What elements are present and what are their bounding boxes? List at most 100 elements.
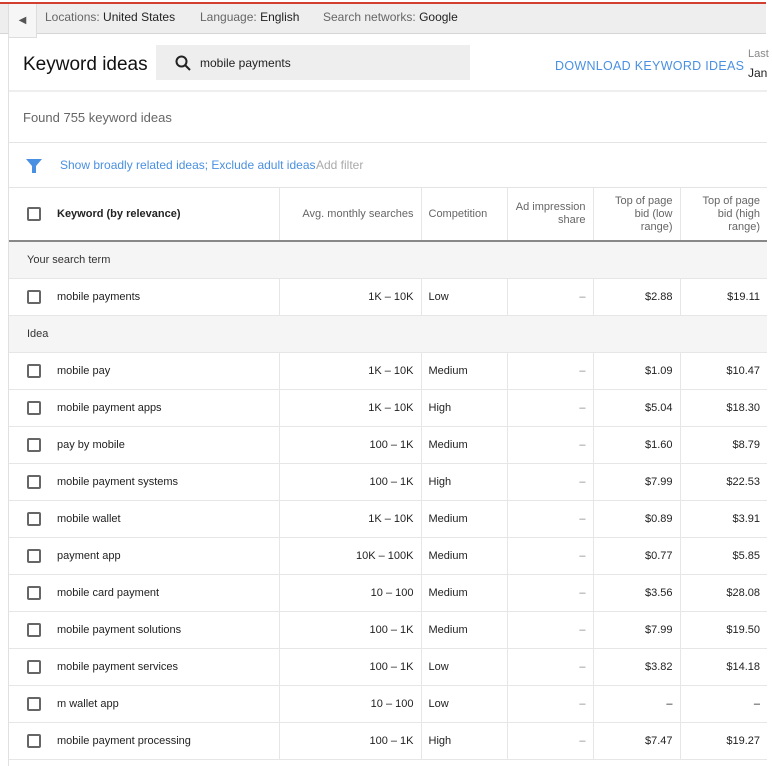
table-row[interactable]: mobile payment solutions 100 – 1K Medium… [9,611,767,649]
row-checkbox[interactable] [27,437,41,452]
column-label: Keyword (by relevance) [57,207,181,220]
bid-low-cell: $0.89 [593,500,681,538]
keyword-cell: mobile payment processing [9,722,280,760]
keyword-cell: payment app [9,537,280,575]
bid-low-cell: – [593,685,681,723]
table-row[interactable]: mobile payment services 100 – 1K Low – $… [9,648,767,686]
bid-high-cell: $28.08 [680,574,767,612]
language-setting[interactable]: Language: English [200,10,299,24]
bid-high-cell: $3.91 [680,500,767,538]
keyword-text: mobile payment solutions [57,623,182,636]
ad-impression-cell: – [507,389,594,427]
table-row[interactable]: pay by mobile 100 – 1K Medium – $1.60 $8… [9,426,767,464]
competition-cell: Low [421,278,508,316]
locations-setting[interactable]: Locations: United States [45,10,175,24]
row-checkbox[interactable] [27,622,41,637]
row-checkbox[interactable] [27,511,41,526]
locations-label: Locations: [45,10,100,24]
search-input[interactable]: mobile payments [156,45,470,80]
column-avg-monthly-searches[interactable]: Avg. monthly searches [279,188,422,242]
language-label: Language: [200,10,257,24]
page-title: Keyword ideas [23,54,148,75]
keyword-text: mobile pay [57,364,111,377]
keyword-text: m wallet app [57,697,119,710]
avg-searches-cell: 100 – 1K [279,722,422,760]
competition-cell: Medium [421,611,508,649]
bid-high-cell: $18.30 [680,389,767,427]
row-checkbox[interactable] [27,659,41,674]
row-checkbox[interactable] [27,363,41,378]
table-row[interactable]: mobile card payment 10 – 100 Medium – $3… [9,574,767,612]
select-all-checkbox[interactable] [27,207,41,221]
table-row[interactable]: mobile payment systems 100 – 1K High – $… [9,463,767,501]
avg-searches-cell: 100 – 1K [279,463,422,501]
bid-low-cell: $2.88 [593,278,681,316]
bid-high-cell: $8.79 [680,426,767,464]
result-count: Found 755 keyword ideas [9,92,767,143]
networks-setting[interactable]: Search networks: Google [323,10,458,24]
language-value: English [260,10,300,24]
bid-high-cell: – [680,685,767,723]
competition-cell: Medium [421,352,508,390]
back-button[interactable]: ◀ [8,4,37,38]
avg-searches-cell: 100 – 1K [279,611,422,649]
targeting-bar: Locations: United States Language: Engli… [0,4,766,34]
bid-low-cell: $5.04 [593,389,681,427]
bid-high-cell: $10.47 [680,352,767,390]
keyword-cell: pay by mobile [9,426,280,464]
caret-left-icon: ◀ [18,15,27,26]
row-checkbox[interactable] [27,585,41,600]
keyword-text: mobile payment services [57,660,179,673]
table-row[interactable]: payment app 10K – 100K Medium – $0.77 $5… [9,537,767,575]
download-keyword-ideas-button[interactable]: DOWNLOAD KEYWORD IDEAS [555,59,744,73]
competition-cell: Low [421,685,508,723]
ad-impression-cell: – [507,278,594,316]
table-row[interactable]: mobile pay 1K – 10K Medium – $1.09 $10.4… [9,352,767,390]
bid-low-cell: $0.77 [593,537,681,575]
keyword-cell: mobile payment apps [9,389,280,427]
avg-searches-cell: 10 – 100 [279,574,422,612]
keyword-text: payment app [57,549,121,562]
header: Keyword ideas mobile payments DOWNLOAD K… [9,38,769,92]
competition-cell: Medium [421,574,508,612]
filter-bar: Show broadly related ideas; Exclude adul… [9,143,767,188]
bid-low-cell: $7.99 [593,611,681,649]
keyword-cell: m wallet app [9,685,280,723]
table-row[interactable]: m wallet app 10 – 100 Low – – – [9,685,767,723]
row-checkbox[interactable] [27,548,41,563]
keyword-cell: mobile payment systems [9,463,280,501]
keyword-cell: mobile payment services [9,648,280,686]
search-value: mobile payments [200,55,291,70]
ad-impression-cell: – [507,648,594,686]
column-bid-low[interactable]: Top of page bid (low range) [593,188,681,242]
table-row[interactable]: mobile payment apps 1K – 10K High – $5.0… [9,389,767,427]
table-row[interactable]: mobile payments 1K – 10K Low – $2.88 $19… [9,278,767,316]
date-range-select[interactable]: Jan [748,66,767,80]
column-bid-high[interactable]: Top of page bid (high range) [680,188,767,242]
avg-searches-cell: 1K – 10K [279,389,422,427]
bid-low-cell: $3.82 [593,648,681,686]
row-checkbox[interactable] [27,474,41,489]
filter-icon[interactable] [26,158,42,174]
avg-searches-cell: 10K – 100K [279,537,422,575]
active-filters-link[interactable]: Show broadly related ideas; Exclude adul… [60,158,316,172]
column-ad-impression-share[interactable]: Ad impression share [507,188,594,242]
row-checkbox[interactable] [27,400,41,415]
section-header: Idea [9,315,767,353]
add-filter-button[interactable]: Add filter [316,158,363,172]
column-competition[interactable]: Competition [421,188,508,242]
bid-high-cell: $14.18 [680,648,767,686]
avg-searches-cell: 1K – 10K [279,500,422,538]
row-checkbox[interactable] [27,289,41,304]
table-row[interactable]: mobile payment processing 100 – 1K High … [9,722,767,760]
row-checkbox[interactable] [27,733,41,748]
section-label: Your search term [9,241,767,279]
column-keyword[interactable]: Keyword (by relevance) [9,188,280,242]
table-row[interactable]: mobile wallet 1K – 10K Medium – $0.89 $3… [9,500,767,538]
row-checkbox[interactable] [27,696,41,711]
keyword-text: mobile payment systems [57,475,179,488]
bid-low-cell: $3.56 [593,574,681,612]
keyword-cell: mobile payment solutions [9,611,280,649]
bid-high-cell: $19.50 [680,611,767,649]
section-label: Idea [9,315,767,353]
